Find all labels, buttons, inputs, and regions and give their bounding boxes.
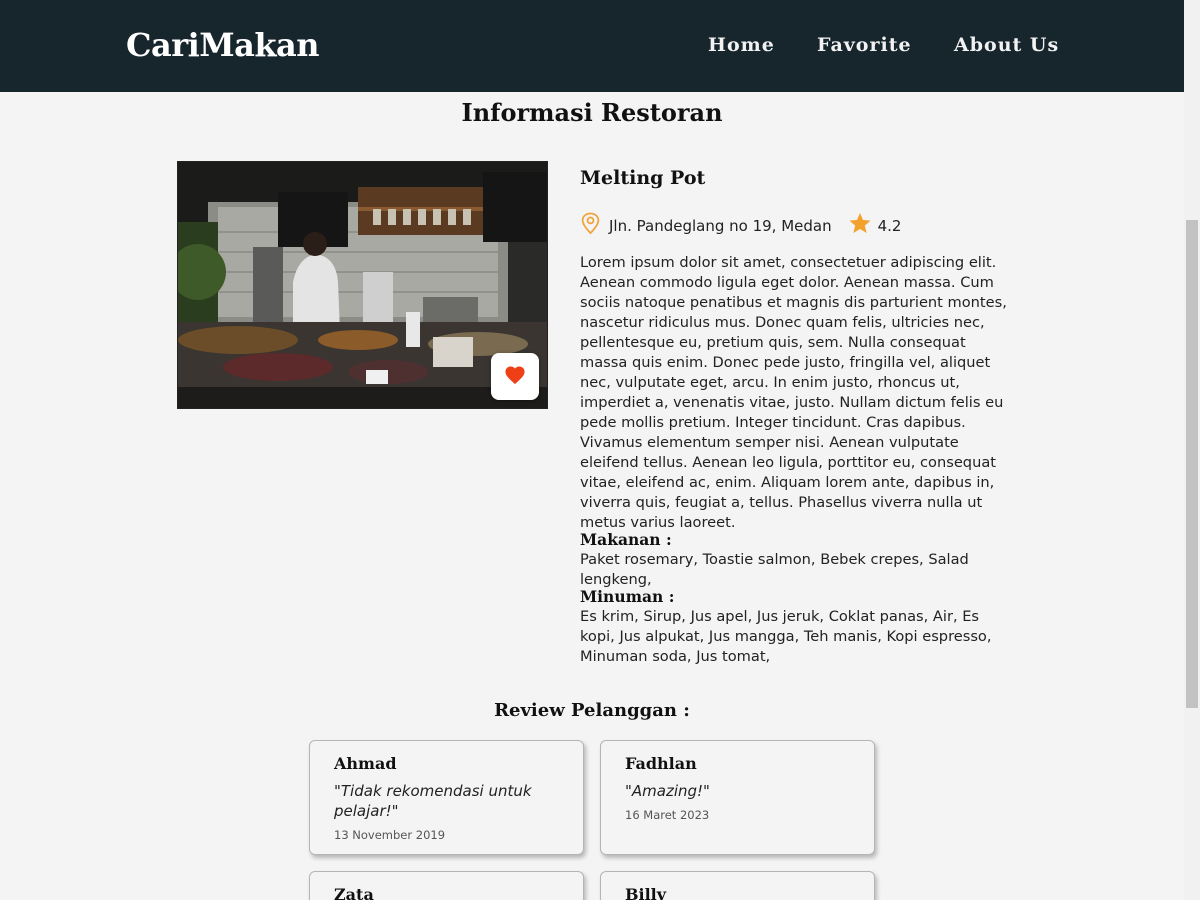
scrollbar-thumb[interactable] — [1186, 220, 1198, 708]
reviewer-name: Zata — [334, 885, 374, 900]
review-card: Billy — [600, 871, 875, 900]
restaurant-description: Lorem ipsum dolor sit amet, consectetuer… — [580, 254, 1007, 531]
reviews-title: Review Pelanggan : — [494, 700, 690, 721]
star-icon — [848, 212, 872, 239]
nav-link-about-us[interactable]: About Us — [954, 34, 1059, 56]
navbar: CariMakan Home Favorite About Us — [0, 0, 1184, 92]
review-text: "Amazing!" — [625, 782, 710, 800]
review-text: "Tidak rekomendasi untuk pelajar!" — [334, 782, 532, 820]
food-menu-title: Makanan : — [580, 530, 672, 549]
page-title: Informasi Restoran — [461, 98, 723, 127]
restaurant-rating: 4.2 — [877, 216, 902, 235]
drink-menu-list: Es krim, Sirup, Jus apel, Jus jeruk, Cok… — [580, 608, 992, 665]
map-pin-icon — [580, 212, 601, 239]
reviewer-name: Fadhlan — [625, 754, 697, 773]
review-card: Zata — [309, 871, 584, 900]
restaurant-name: Melting Pot — [580, 167, 706, 189]
restaurant-meta: Jln. Pandeglang no 19, Medan 4.2 — [580, 212, 901, 239]
drink-menu-title: Minuman : — [580, 587, 675, 606]
review-card: Fadhlan "Amazing!" 16 Maret 2023 — [600, 740, 875, 855]
heart-icon — [504, 365, 526, 388]
favorite-button[interactable] — [491, 353, 539, 400]
food-menu-list: Paket rosemary, Toastie salmon, Bebek cr… — [580, 551, 969, 588]
brand-logo[interactable]: CariMakan — [126, 26, 320, 64]
nav-link-favorite[interactable]: Favorite — [817, 34, 912, 56]
reviewer-name: Ahmad — [334, 754, 397, 773]
review-date: 16 Maret 2023 — [625, 808, 710, 822]
review-date: 13 November 2019 — [334, 828, 446, 842]
review-card: Ahmad "Tidak rekomendasi untuk pelajar!"… — [309, 740, 584, 855]
restaurant-address: Jln. Pandeglang no 19, Medan — [609, 216, 832, 235]
page-scrollbar[interactable] — [1184, 0, 1200, 900]
nav-link-home[interactable]: Home — [708, 34, 775, 56]
reviewer-name: Billy — [625, 885, 667, 900]
